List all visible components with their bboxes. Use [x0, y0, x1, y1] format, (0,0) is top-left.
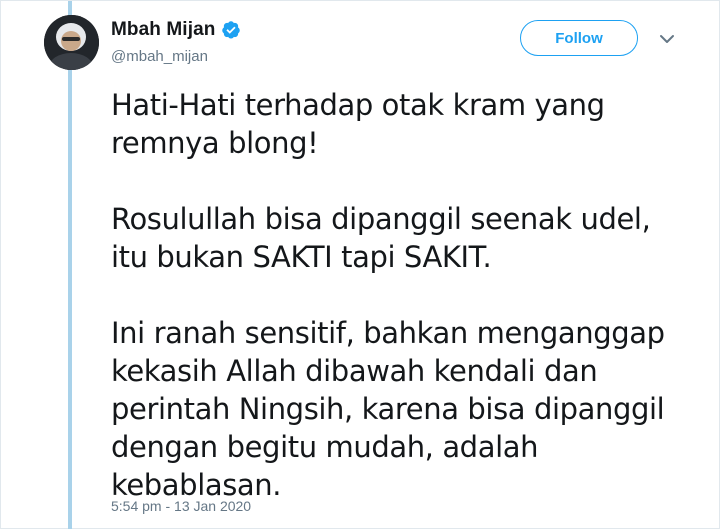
- avatar[interactable]: [44, 15, 99, 70]
- tweet-paragraph-1: Hati-Hati terhadap otak kram yang remnya…: [111, 88, 605, 160]
- tweet-paragraph-3: Ini ranah sensitif, bahkan menganggap ke…: [111, 316, 665, 502]
- tweet-paragraph-2: Rosulullah bisa dipanggil seenak udel, i…: [111, 202, 651, 274]
- verified-badge-icon: [221, 20, 241, 40]
- thread-line: [68, 1, 72, 529]
- display-name-row: Mbah Mijan: [111, 19, 241, 41]
- follow-button[interactable]: Follow: [520, 20, 638, 56]
- chevron-down-icon[interactable]: [659, 32, 675, 46]
- display-name[interactable]: Mbah Mijan: [111, 19, 215, 41]
- tweet-header: Mbah Mijan @mbah_mijan Follow: [44, 15, 719, 71]
- tweet-timestamp[interactable]: 5:54 pm - 13 Jan 2020: [111, 498, 251, 514]
- user-handle[interactable]: @mbah_mijan: [111, 48, 208, 65]
- tweet-text: Hati-Hati terhadap otak kram yang remnya…: [111, 86, 686, 504]
- tweet-card: Mbah Mijan @mbah_mijan Follow Hati-Hati …: [0, 0, 720, 529]
